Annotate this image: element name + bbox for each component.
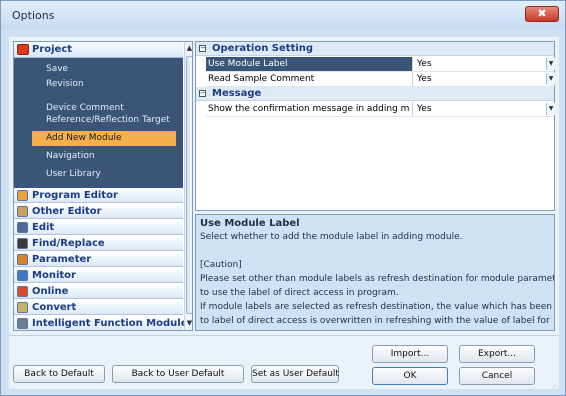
- nav-category-label: Parameter: [32, 254, 92, 265]
- description-line: Please set other than module labels as r…: [200, 274, 555, 284]
- nav-item-project[interactable]: Project: [14, 42, 183, 58]
- scroll-down-icon[interactable]: ▼: [185, 318, 192, 329]
- property-group-label: Message: [212, 88, 262, 99]
- set-as-user-default-button[interactable]: Set as User Default: [251, 365, 339, 383]
- title-bar[interactable]: Options ✖: [1, 1, 565, 29]
- intelligent-module-icon: [17, 318, 28, 329]
- convert-icon: [17, 302, 28, 313]
- description-line: to label of direct access is overwritten…: [200, 316, 550, 326]
- dropdown-arrow-icon[interactable]: ▼: [546, 58, 555, 70]
- property-group-header[interactable]: − Operation Setting: [196, 42, 554, 56]
- nav-category-label: Find/Replace: [32, 238, 105, 249]
- collapse-icon[interactable]: −: [199, 90, 206, 97]
- property-name: Read Sample Comment: [208, 74, 315, 84]
- category-tree: Project Save Revision Device Comment Refere…: [13, 41, 193, 331]
- cancel-button[interactable]: Cancel: [459, 367, 535, 385]
- property-row[interactable]: Read Sample Comment Yes ▼: [206, 72, 555, 87]
- binoculars-icon: [17, 238, 28, 249]
- export-button[interactable]: Export...: [459, 345, 535, 363]
- program-editor-icon: [17, 190, 28, 201]
- nav-subitem[interactable]: Navigation: [32, 149, 176, 164]
- window-title: Options: [12, 9, 55, 22]
- nav-subitem[interactable]: Save: [32, 62, 176, 77]
- property-value-select[interactable]: Yes: [412, 57, 554, 71]
- collapse-icon[interactable]: −: [199, 45, 206, 52]
- parameter-icon: [17, 254, 28, 265]
- property-name: Use Module Label: [208, 59, 288, 69]
- import-button[interactable]: Import...: [372, 345, 448, 363]
- property-row[interactable]: Show the confirmation message in adding …: [206, 102, 555, 117]
- nav-category[interactable]: Program Editor: [14, 189, 183, 203]
- nav-subitem[interactable]: Reference/Reflection Target: [32, 113, 176, 128]
- nav-category[interactable]: Online: [14, 285, 183, 299]
- dropdown-arrow-icon[interactable]: ▼: [546, 103, 555, 115]
- nav-category-label: Other Editor: [32, 206, 102, 217]
- nav-category-label: Program Editor: [32, 190, 118, 201]
- monitor-icon: [17, 270, 28, 281]
- resize-grip-icon[interactable]: ⋰: [552, 382, 558, 389]
- back-to-default-button[interactable]: Back to Default: [13, 365, 105, 383]
- nav-category-label: Online: [32, 286, 69, 297]
- nav-category-label: Intelligent Function Module: [32, 318, 188, 329]
- description-line: If module labels are selected as refresh…: [200, 302, 555, 312]
- nav-category-label: Monitor: [32, 270, 76, 281]
- nav-category[interactable]: Edit: [14, 221, 183, 235]
- property-value-select[interactable]: Yes: [412, 72, 554, 86]
- description-title: Use Module Label: [200, 218, 300, 229]
- nav-category-label: Edit: [32, 222, 55, 233]
- nav-category[interactable]: Find/Replace: [14, 237, 183, 251]
- nav-category[interactable]: Convert: [14, 301, 183, 315]
- dropdown-arrow-icon[interactable]: ▼: [546, 73, 555, 85]
- property-value-select[interactable]: Yes: [412, 102, 554, 116]
- project-icon: [17, 44, 29, 55]
- property-grid: − Operation Setting Use Module Label Yes ▼ Re…: [195, 41, 555, 211]
- back-to-user-default-button[interactable]: Back to User Default: [112, 365, 244, 383]
- nav-category[interactable]: Monitor: [14, 269, 183, 283]
- close-button[interactable]: ✖: [525, 6, 559, 22]
- property-name: Show the confirmation message in adding …: [208, 104, 410, 114]
- ok-button[interactable]: OK: [372, 367, 448, 385]
- dialog-body: Project Save Revision Device Comment Refere…: [9, 37, 559, 389]
- divider: [9, 335, 559, 336]
- description-line: [Caution]: [200, 260, 242, 270]
- scroll-thumb[interactable]: [186, 56, 192, 314]
- nav-category[interactable]: Other Editor: [14, 205, 183, 219]
- scroll-up-icon[interactable]: ▲: [185, 43, 192, 54]
- project-subitems: Save Revision Device Comment Reference/Refl…: [14, 58, 183, 188]
- description-panel: Use Module Label Select whether to add t…: [195, 214, 555, 331]
- nav-subitem[interactable]: Add New Module: [32, 131, 176, 146]
- nav-subitem[interactable]: User Library: [32, 167, 176, 182]
- options-window: Options ✖ Project Save Revision Device Com…: [0, 0, 566, 396]
- nav-category[interactable]: Parameter: [14, 253, 183, 267]
- property-group-label: Operation Setting: [212, 43, 314, 54]
- property-group-header[interactable]: − Message: [196, 87, 554, 101]
- description-line: to use the label of direct access in pro…: [200, 288, 399, 298]
- property-row[interactable]: Use Module Label Yes ▼: [206, 57, 555, 72]
- nav-category-label: Convert: [32, 302, 77, 313]
- nav-item-label: Project: [32, 44, 73, 55]
- other-editor-icon: [17, 206, 28, 217]
- nav-category[interactable]: Intelligent Function Module: [14, 317, 188, 330]
- description-line: Select whether to add the module label i…: [200, 232, 463, 242]
- scissors-icon: [17, 222, 28, 233]
- online-icon: [17, 286, 28, 297]
- nav-subitem[interactable]: Revision: [32, 77, 176, 92]
- nav-scrollbar[interactable]: ▲ ▼: [184, 42, 192, 330]
